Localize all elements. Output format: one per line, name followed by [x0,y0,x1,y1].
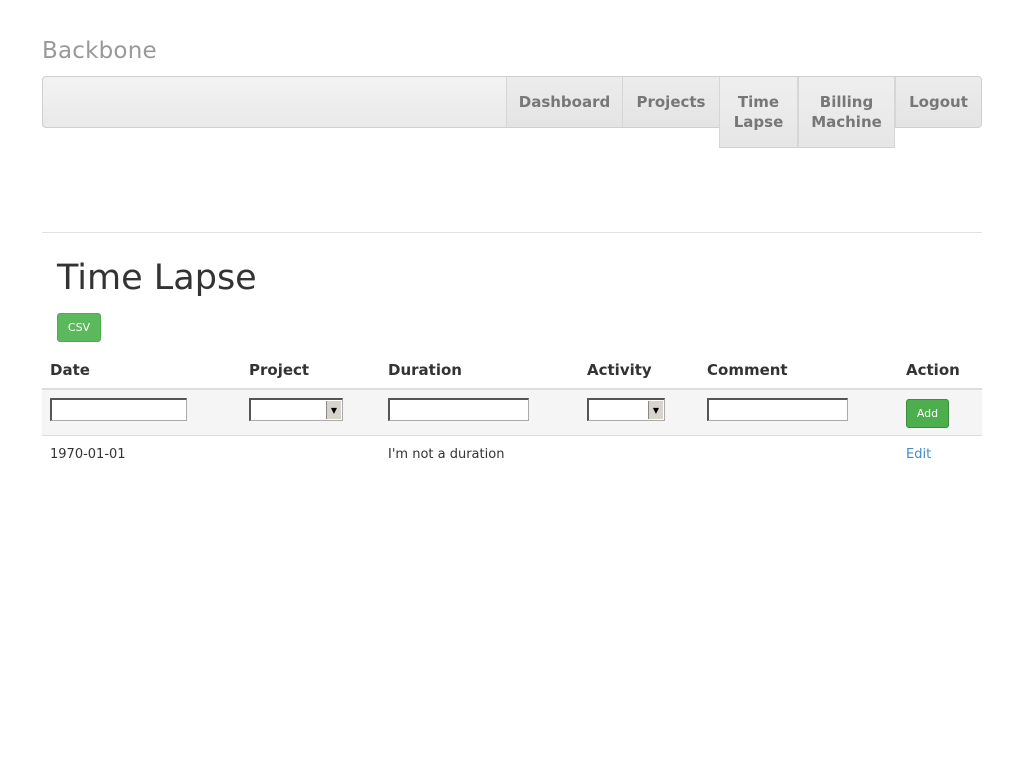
nav-time-lapse[interactable]: Time Lapse [719,77,798,148]
column-header-duration: Duration [388,361,462,379]
nav-time-lapse-label-1: Time [737,93,780,111]
csv-button[interactable]: CSV [57,313,101,342]
nav-dashboard[interactable]: Dashboard [506,77,622,127]
row-date: 1970-01-01 [50,447,126,462]
chevron-down-icon[interactable]: ▼ [326,401,341,419]
comment-input[interactable] [707,398,848,421]
nav-dashboard-label: Dashboard [518,93,611,111]
nav-billing-label-1: Billing [819,93,874,111]
nav-projects[interactable]: Projects [622,77,719,127]
duration-input[interactable] [388,398,529,421]
nav-logout[interactable]: Logout [895,77,981,127]
edit-link[interactable]: Edit [906,447,931,462]
row-duration: I'm not a duration [388,447,505,462]
nav-logout-label: Logout [909,93,968,111]
brand-title[interactable]: Backbone [42,38,157,64]
column-header-project: Project [249,361,310,379]
date-input[interactable] [50,398,187,421]
activity-select[interactable]: ▼ [587,398,665,421]
add-button[interactable]: Add [906,399,949,428]
chevron-down-icon[interactable]: ▼ [648,401,663,419]
page-title: Time Lapse [57,258,257,298]
column-header-comment: Comment [707,361,788,379]
nav-projects-label: Projects [636,93,706,111]
nav-billing-label-2: Machine [811,113,882,131]
nav-billing-machine[interactable]: Billing Machine [798,77,895,148]
header-divider [42,232,982,233]
nav-time-lapse-label-2: Lapse [733,113,784,131]
column-header-activity: Activity [587,361,652,379]
project-select[interactable]: ▼ [249,398,343,421]
column-header-action: Action [906,361,960,379]
column-header-date: Date [50,361,90,379]
